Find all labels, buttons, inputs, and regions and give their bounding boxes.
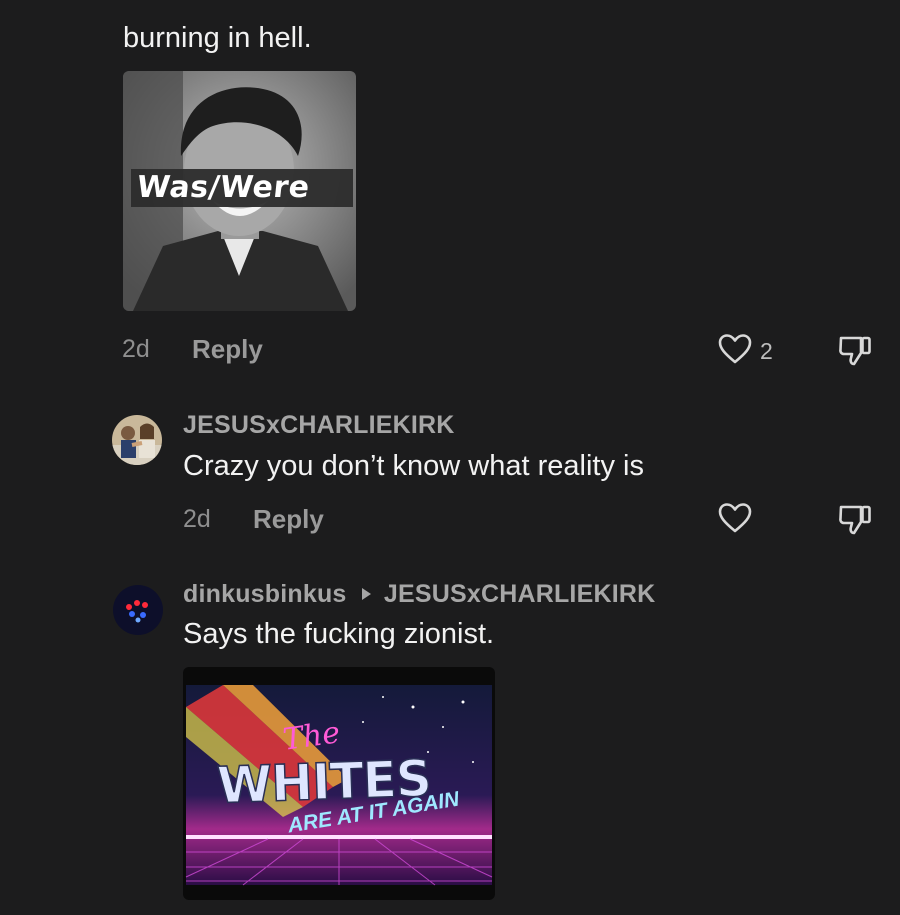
meme-caption: Was/Were [135,170,312,205]
play-triangle-icon [361,588,371,601]
like-count: 2 [760,338,773,364]
reply-button[interactable]: Reply [253,504,324,535]
comment-image[interactable]: The WHITES ARE AT IT AGAIN [183,667,495,900]
thumbs-down-icon [839,336,871,366]
like-button[interactable] [718,333,752,365]
heart-outline-icon [718,503,752,533]
avatar[interactable] [113,585,163,635]
avatar-image [112,415,162,465]
comment-time: 2d [183,505,211,533]
dislike-button[interactable] [836,500,874,538]
reply-to-username[interactable]: JESUSxCHARLIEKIRK [384,580,656,608]
dislike-button[interactable] [836,331,874,369]
reply-button[interactable]: Reply [192,334,263,365]
heart-outline-icon [718,334,752,364]
comment-text: Says the fucking zionist. [183,618,495,650]
like-button[interactable] [718,502,752,534]
thumbs-down-icon [839,505,871,535]
comment-username-line: dinkusbinkus JESUSxCHARLIEKIRK [183,580,655,609]
comment-username[interactable]: dinkusbinkus [183,580,347,608]
comment-text: Crazy you don’t know what reality is [183,450,644,482]
comment-time: 2d [122,335,150,363]
comment-image[interactable]: Was/Were [123,71,356,311]
avatar[interactable] [112,415,162,465]
comment-username[interactable]: JESUSxCHARLIEKIRK [183,411,455,440]
comment-text: burning in hell. [123,22,312,54]
avatar-image [113,585,163,635]
